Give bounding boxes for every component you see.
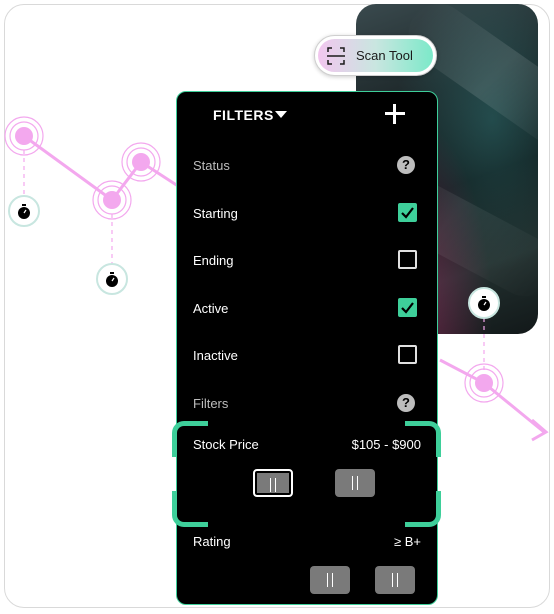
- rating-min-handle[interactable]: [310, 566, 350, 594]
- question-icon[interactable]: ?: [397, 394, 415, 412]
- stock-price-min-handle[interactable]: [253, 469, 293, 497]
- filter-label: Starting: [193, 205, 238, 221]
- grip-icon: [352, 476, 358, 490]
- stock-price-max-handle[interactable]: [335, 469, 375, 497]
- starting-checkbox[interactable]: [398, 203, 417, 222]
- plus-icon[interactable]: [385, 104, 405, 124]
- caret-down-icon[interactable]: [275, 111, 287, 118]
- ending-checkbox[interactable]: [398, 250, 417, 269]
- active-checkbox[interactable]: [398, 298, 417, 317]
- rating-label: Rating: [193, 534, 231, 549]
- filter-row-ending[interactable]: Ending: [193, 248, 423, 272]
- timer-icon: [8, 195, 40, 227]
- scan-tool-button[interactable]: Scan Tool: [314, 35, 437, 76]
- grip-icon: [270, 478, 276, 492]
- timer-icon: [96, 263, 128, 295]
- grip-icon: [392, 573, 398, 587]
- timer-icon: [468, 287, 500, 319]
- checkmark-icon: [401, 207, 414, 219]
- filter-row-inactive[interactable]: Inactive: [193, 343, 423, 367]
- filter-label: Ending: [193, 252, 234, 268]
- question-icon[interactable]: ?: [397, 156, 415, 174]
- filter-label: Active: [193, 300, 229, 316]
- rating-max-handle[interactable]: [375, 566, 415, 594]
- filters-header: FILTERS: [177, 92, 437, 138]
- status-section-label: Status: [193, 157, 230, 173]
- filter-label: Inactive: [193, 347, 238, 363]
- filters-section-label: Filters: [193, 395, 229, 411]
- filters-title[interactable]: FILTERS: [213, 107, 274, 123]
- rating-value: ≥ B+: [393, 534, 421, 549]
- status-section-header: Status ?: [193, 153, 423, 177]
- grip-icon: [327, 573, 333, 587]
- checkmark-icon: [401, 302, 414, 314]
- inactive-checkbox[interactable]: [398, 345, 417, 364]
- filter-row-starting[interactable]: Starting: [193, 201, 423, 225]
- filter-row-active[interactable]: Active: [193, 296, 423, 320]
- filters-panel: FILTERS Status ? Starting Ending Active …: [176, 91, 438, 605]
- scan-tool-label: Scan Tool: [356, 48, 413, 63]
- scan-icon: [327, 46, 345, 65]
- filters-section-header: Filters ?: [193, 391, 423, 415]
